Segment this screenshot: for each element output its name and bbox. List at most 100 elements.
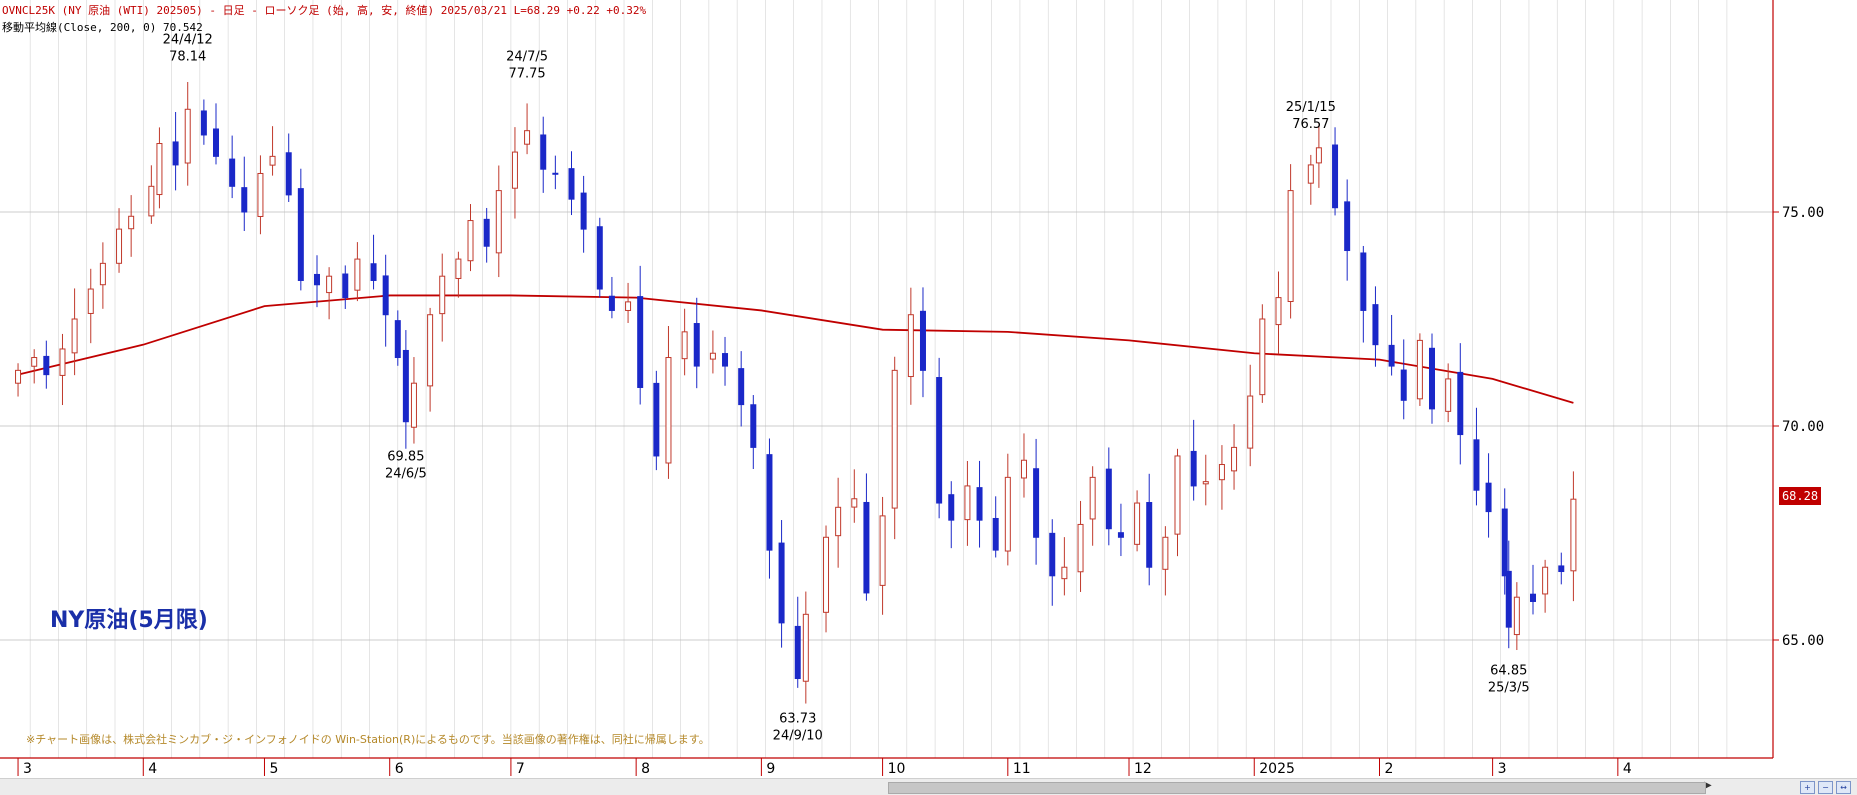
candle-body (394, 320, 401, 359)
candle (1190, 419, 1197, 501)
x-tick-label: 2025 (1259, 761, 1295, 777)
scrollbar-thumb[interactable] (888, 782, 1706, 794)
candle-body (71, 318, 78, 354)
candle-body (116, 228, 123, 264)
candle-body (382, 275, 389, 316)
candle-body (342, 273, 349, 299)
candle (568, 151, 575, 216)
candle-body (524, 130, 531, 145)
candle (580, 175, 587, 253)
candle-body (681, 331, 688, 360)
candle (1558, 552, 1565, 585)
candle-body (540, 134, 547, 170)
candle-body (241, 187, 248, 213)
moving-average-layer (17, 294, 1574, 404)
candle-body (313, 273, 320, 286)
zoom-in-icon[interactable]: + (1800, 781, 1815, 794)
candle (297, 168, 304, 291)
candle-body (1049, 532, 1056, 577)
candle-body (1307, 164, 1314, 184)
annotation-label: 24/6/5 (385, 466, 427, 481)
candle-body (778, 542, 785, 624)
candle-body (693, 323, 700, 367)
annotation-label: 25/1/15 (1286, 100, 1336, 115)
candle-body (964, 485, 971, 521)
candle (625, 282, 632, 323)
candle-body (580, 192, 587, 230)
candle-body (370, 263, 377, 281)
fit-view-icon[interactable]: ↔ (1836, 781, 1851, 794)
x-tick-label: 8 (641, 761, 650, 777)
candle-body (1485, 482, 1492, 513)
candle-body (1020, 459, 1027, 479)
candle-body (1372, 304, 1379, 346)
candle (1049, 519, 1056, 606)
candle-body (15, 369, 22, 384)
candle-body (172, 141, 179, 166)
y-tick-label: 65.00 (1782, 633, 1824, 649)
candle (1259, 304, 1266, 403)
candle-body (1360, 252, 1367, 311)
y-tick-label: 70.00 (1782, 419, 1824, 435)
annotation-label: 24/7/5 (506, 49, 548, 64)
candle-body (1416, 339, 1423, 400)
candle-body (851, 498, 858, 508)
annotation-label: 25/3/5 (1488, 680, 1530, 695)
candle-body (1570, 498, 1577, 572)
candle (269, 126, 276, 176)
candle (552, 155, 559, 190)
candle (709, 330, 716, 374)
chart: 24/4/1278.1469.8524/6/524/7/577.7563.732… (0, 0, 1824, 777)
x-tick-label: 3 (1498, 761, 1507, 777)
candle-body (738, 368, 745, 406)
candle-body (257, 172, 264, 217)
candle (891, 356, 898, 540)
copyright-footnote: ※チャート画像は、株式会社ミンカブ・ジ・インフォノイドの Win-Station… (26, 733, 710, 746)
annotation-label: 63.73 (779, 711, 816, 726)
candle-body (608, 295, 615, 311)
candle-body (1429, 347, 1436, 410)
candle (257, 155, 264, 235)
candle-body (665, 357, 672, 464)
candle (1315, 124, 1322, 188)
candle (1231, 424, 1238, 490)
candle (1287, 164, 1294, 319)
candle-body (439, 275, 446, 315)
x-tick-label: 4 (1623, 761, 1632, 777)
candle-body (269, 155, 276, 166)
candle-body (863, 501, 870, 594)
chart-header-title: OVNCL25K (NY 原油 (WTI) 202505) - 日足 - ローソ… (2, 4, 647, 17)
candle (524, 103, 531, 155)
candle (653, 370, 660, 471)
candle (1089, 466, 1096, 546)
candle-body (1558, 565, 1565, 573)
candle-body (1061, 566, 1068, 580)
candle-body (794, 625, 801, 680)
candle (1473, 407, 1480, 506)
x-tick-label: 10 (888, 761, 906, 777)
candle (1360, 245, 1367, 343)
candle-body (1077, 523, 1084, 573)
candle-body (802, 613, 809, 682)
candle-body (907, 314, 914, 378)
x-tick-label: 11 (1013, 761, 1031, 777)
candle (15, 363, 22, 397)
candle-body (1190, 450, 1197, 487)
candle (802, 591, 809, 704)
zoom-out-icon[interactable]: − (1818, 781, 1833, 794)
horizontal-scrollbar[interactable]: ▶ + − ↔ (0, 778, 1857, 795)
candle (1077, 500, 1084, 592)
candle (738, 351, 745, 427)
candle-body (483, 218, 490, 247)
candle (681, 308, 688, 376)
candle (608, 276, 615, 319)
candle (427, 307, 434, 412)
candle (964, 461, 971, 546)
candle (1033, 438, 1040, 565)
candle-body (297, 188, 304, 281)
candle (1570, 471, 1577, 602)
candle-body (43, 355, 50, 376)
x-tick-label: 7 (516, 761, 525, 777)
candle (766, 438, 773, 579)
candle-body (99, 262, 106, 286)
